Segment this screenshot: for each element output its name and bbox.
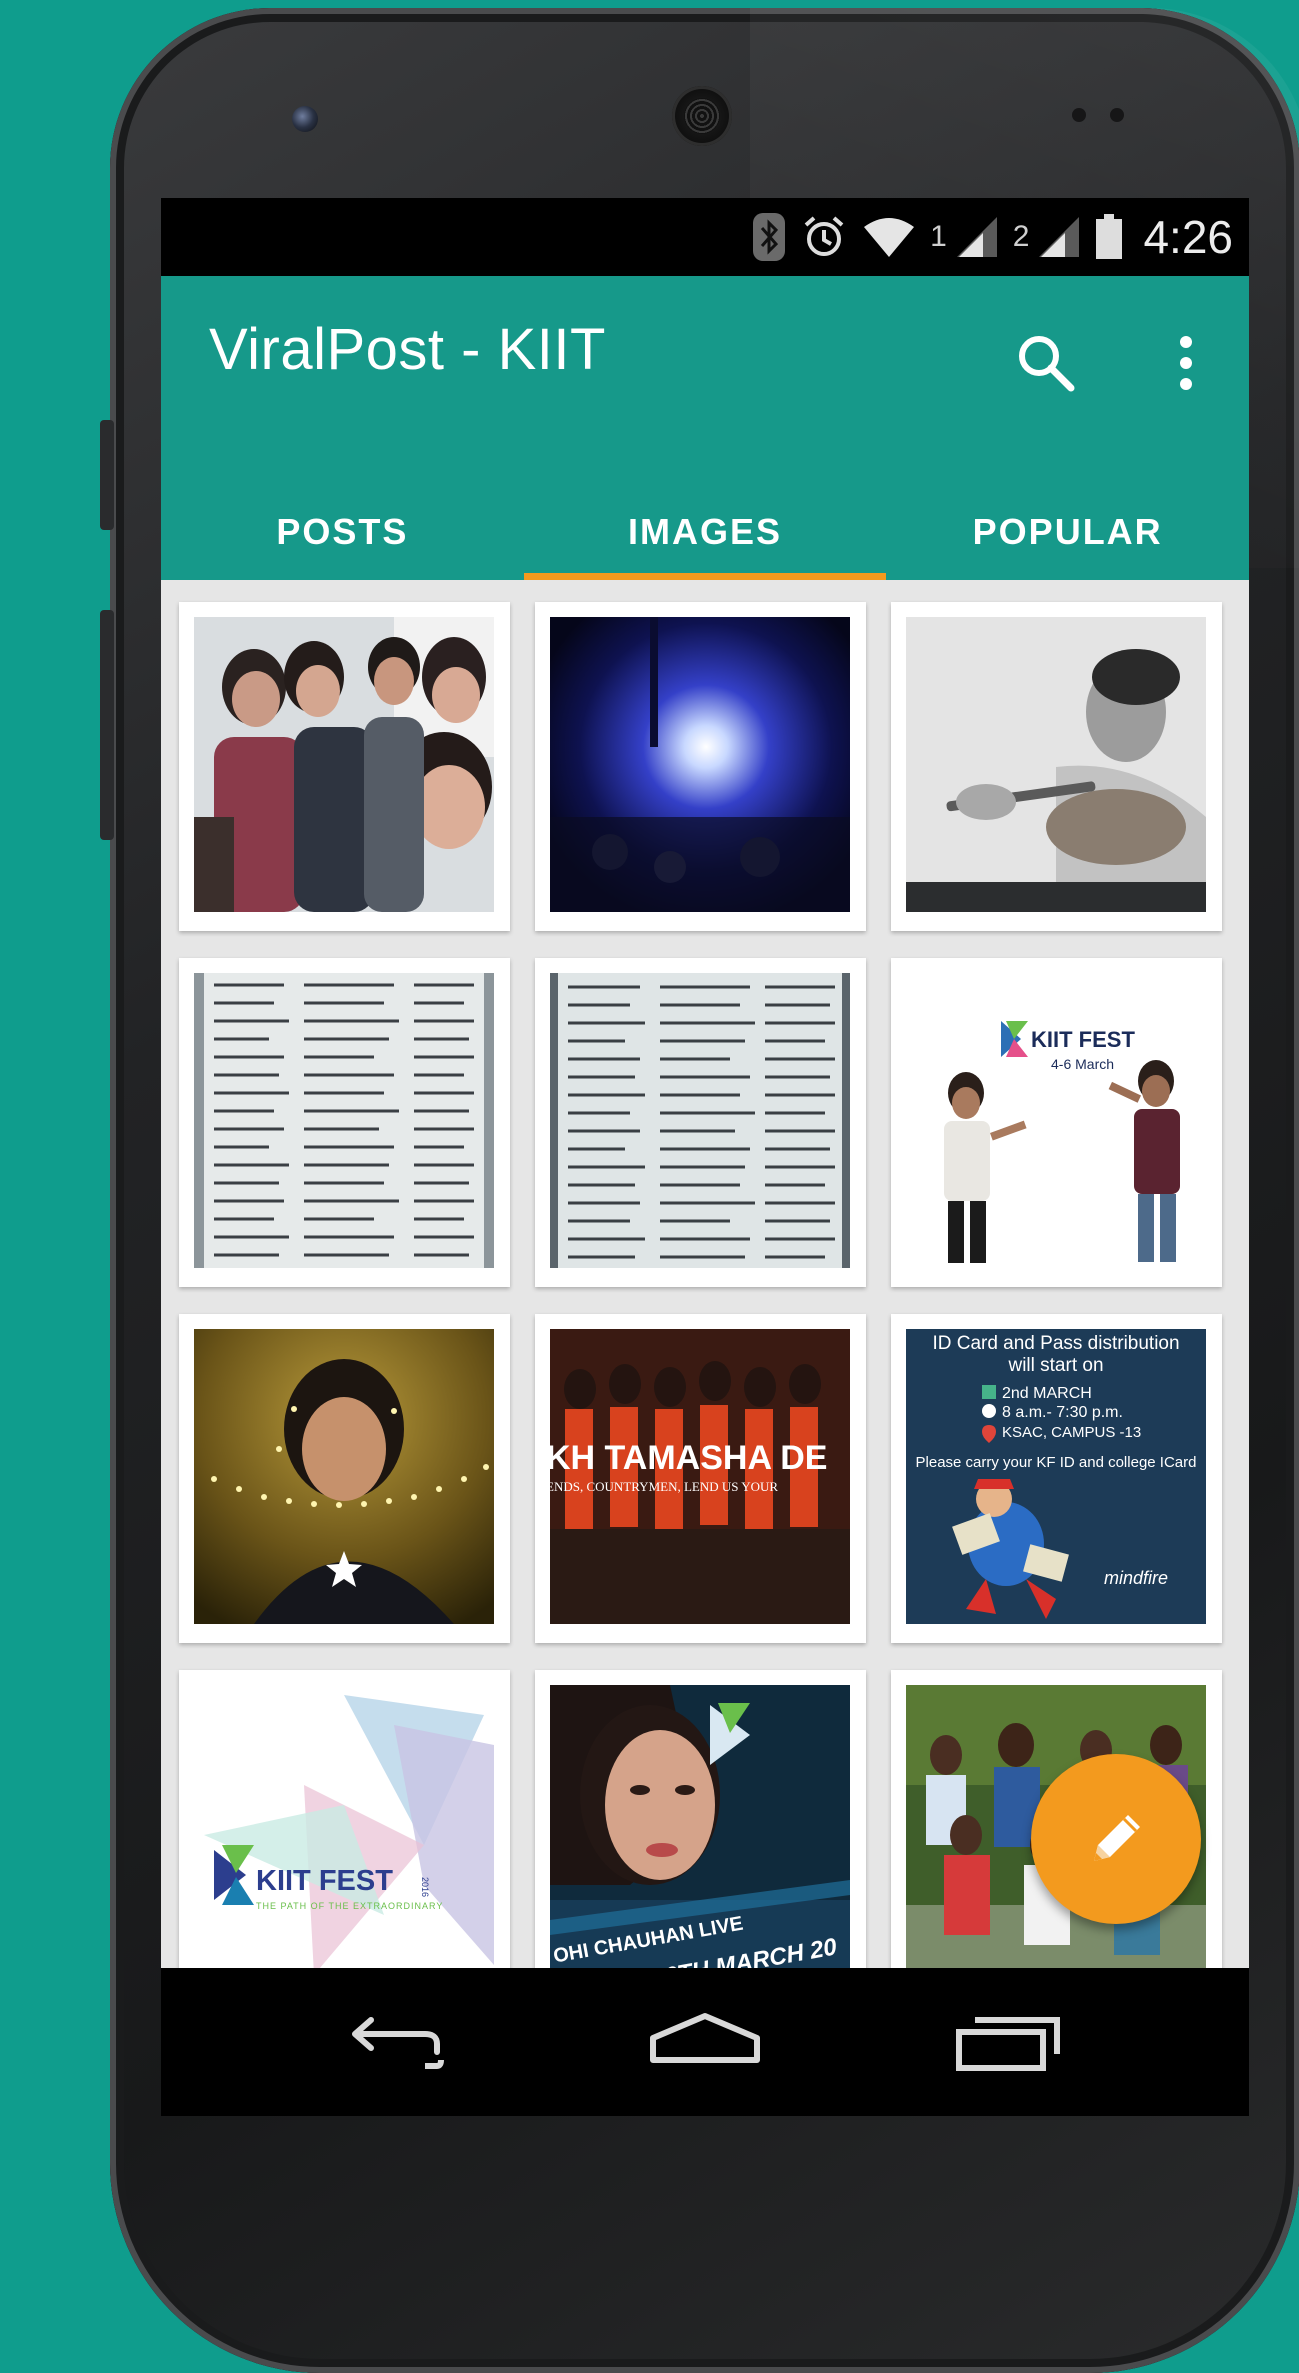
back-icon: [352, 2017, 444, 2069]
poster-line-4: 8 a.m.- 7:30 p.m.: [1002, 1404, 1123, 1421]
image-thumbnail: [194, 973, 494, 1268]
poster-title: KH TAMASHA DE: [550, 1439, 827, 1477]
status-time: 4:26: [1143, 211, 1233, 263]
front-camera-icon: [292, 106, 318, 132]
alarm-icon: [800, 213, 848, 261]
image-card-6[interactable]: KIIT FEST 4-6 March: [891, 958, 1222, 1287]
logo-tagline: THE PATH OF THE EXTRAORDINARY: [256, 1901, 443, 1911]
navigation-bar: [161, 1968, 1249, 2116]
sim1-label: 1: [930, 220, 947, 253]
side-button: [100, 610, 114, 840]
home-icon: [650, 2013, 760, 2063]
image-card-8[interactable]: KH TAMASHA DE ENDS, COUNTRYMEN, LEND US …: [535, 1314, 866, 1643]
sim2-label: 2: [1012, 220, 1030, 253]
status-bar: 1 2 4:26: [161, 198, 1249, 276]
image-card-3[interactable]: [891, 602, 1222, 931]
image-thumbnail: [550, 973, 850, 1268]
signal-icon: [1037, 215, 1081, 259]
overflow-menu-button[interactable]: [1161, 328, 1211, 398]
tab-popular[interactable]: POPULAR: [886, 462, 1249, 580]
image-thumbnail: ID Card and Pass distribution will start…: [906, 1329, 1206, 1624]
image-card-4[interactable]: [179, 958, 510, 1287]
volume-button: [100, 420, 114, 530]
search-button[interactable]: [1011, 328, 1081, 398]
tab-posts[interactable]: POSTS: [161, 462, 524, 580]
compose-fab[interactable]: [1031, 1754, 1201, 1924]
poster-title: KIIT FEST: [1031, 1027, 1135, 1052]
app-bar: ViralPost - KIIT POSTS IMAGES POPULAR: [161, 276, 1249, 580]
image-card-5[interactable]: [535, 958, 866, 1287]
image-thumbnail: [550, 617, 850, 912]
image-card-7[interactable]: [179, 1314, 510, 1643]
recents-button[interactable]: [953, 2004, 1067, 2084]
image-card-10[interactable]: KIIT FEST THE PATH OF THE EXTRAORDINARY …: [179, 1670, 510, 1999]
tab-bar: POSTS IMAGES POPULAR: [161, 462, 1249, 580]
search-icon: [1019, 336, 1075, 392]
image-card-2[interactable]: [535, 602, 866, 931]
image-thumbnail: [906, 617, 1206, 912]
image-thumbnail: [194, 617, 494, 912]
image-card-11[interactable]: OHI CHAUHAN LIVE 06TH MARCH 20: [535, 1670, 866, 1999]
image-thumbnail: KIIT FEST 4-6 March: [906, 973, 1206, 1268]
light-sensor: [1110, 108, 1124, 122]
image-card-9[interactable]: ID Card and Pass distribution will start…: [891, 1314, 1222, 1643]
poster-date: 4-6 March: [1051, 1056, 1114, 1072]
earpiece-speaker: [672, 86, 732, 146]
poster-line-5: KSAC, CAMPUS -13: [1002, 1424, 1141, 1441]
image-thumbnail: KH TAMASHA DE ENDS, COUNTRYMEN, LEND US …: [550, 1329, 850, 1624]
more-vert-icon: [1180, 336, 1192, 390]
signal-icon: [955, 215, 999, 259]
back-button[interactable]: [341, 2004, 451, 2084]
tab-images[interactable]: IMAGES: [523, 462, 887, 580]
image-card-1[interactable]: [179, 602, 510, 931]
image-thumbnail: OHI CHAUHAN LIVE 06TH MARCH 20: [550, 1685, 850, 1980]
battery-icon: [1095, 214, 1123, 260]
logo-title: KIIT FEST: [256, 1865, 393, 1897]
screen: 1 2 4:26 ViralPost - KIIT POSTS IMAGES P…: [161, 198, 1249, 2116]
poster-subtitle: ENDS, COUNTRYMEN, LEND US YOUR: [550, 1479, 778, 1494]
poster-line-2: will start on: [1007, 1355, 1103, 1376]
image-thumbnail: [194, 1329, 494, 1624]
proximity-sensor: [1072, 108, 1086, 122]
logo-year: 2016: [420, 1877, 430, 1897]
poster-brand: mindfire: [1104, 1568, 1168, 1588]
poster-line-6: Please carry your KF ID and college ICar…: [916, 1454, 1197, 1471]
home-button[interactable]: [647, 2004, 763, 2084]
poster-line-1: ID Card and Pass distribution: [932, 1333, 1179, 1354]
image-thumbnail: KIIT FEST THE PATH OF THE EXTRAORDINARY …: [194, 1685, 494, 1980]
app-title: ViralPost - KIIT: [209, 317, 606, 382]
poster-line-3: 2nd MARCH: [1002, 1385, 1092, 1402]
recents-icon: [956, 2017, 1060, 2071]
wifi-icon: [862, 215, 916, 259]
pencil-icon: [1094, 1815, 1140, 1861]
bluetooth-icon: [752, 212, 786, 262]
